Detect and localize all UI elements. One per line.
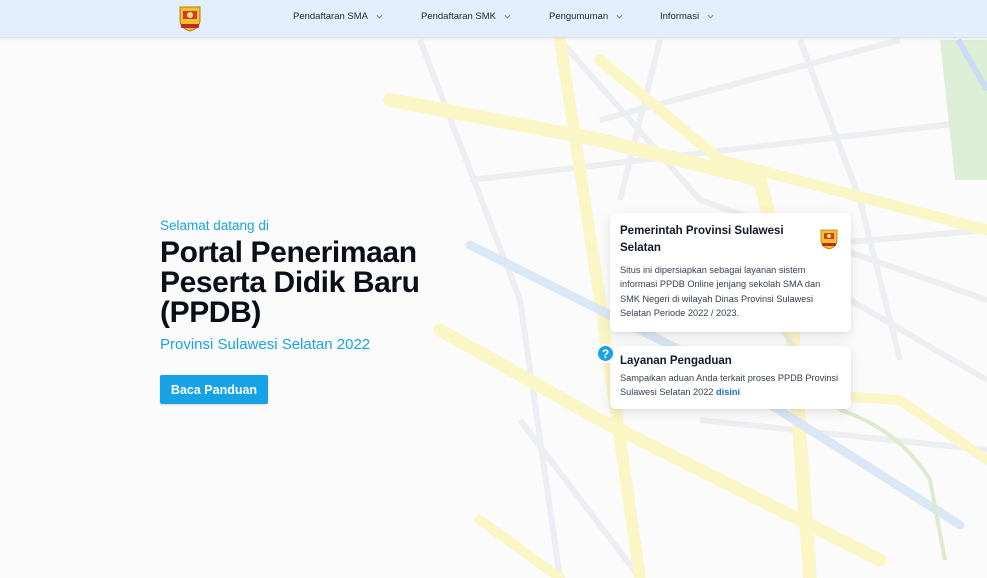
page-title: Portal Penerimaan Peserta Didik Baru (PP… xyxy=(160,236,420,329)
card-title: Layanan Pengaduan xyxy=(620,355,732,367)
chevron-down-icon xyxy=(707,14,714,19)
help-icon: ? xyxy=(596,344,615,363)
government-info-card: Pemerintah Provinsi Sulawesi Selatan Sit… xyxy=(610,213,851,332)
seal-icon xyxy=(820,229,838,250)
chevron-down-icon xyxy=(616,14,623,19)
hero-section: Selamat datang di Portal Penerimaan Pese… xyxy=(160,218,450,353)
nav-label: Pendaftaran SMK xyxy=(421,11,496,22)
nav-label: Pendaftaran SMA xyxy=(293,11,368,22)
nav-pendaftaran-sma[interactable]: Pendaftaran SMA xyxy=(293,0,384,33)
page: Pendaftaran SMA Pendaftaran SMK Pengumum… xyxy=(0,0,987,578)
hero-subtitle: Provinsi Sulawesi Selatan 2022 xyxy=(160,336,371,353)
welcome-text: Selamat datang di xyxy=(160,218,269,233)
card-body: Sampaikan aduan Anda terkait proses PPDB… xyxy=(620,371,841,400)
nav-label: Informasi xyxy=(660,11,700,22)
nav-pengumuman[interactable]: Pengumuman xyxy=(549,0,624,33)
chevron-down-icon xyxy=(376,14,383,19)
card-title: Pemerintah Provinsi Sulawesi Selatan xyxy=(620,225,784,254)
nav-informasi[interactable]: Informasi xyxy=(660,0,715,33)
top-navbar: Pendaftaran SMA Pendaftaran SMK Pengumum… xyxy=(0,0,987,38)
chevron-down-icon xyxy=(504,14,511,19)
nav-pendaftaran-smk[interactable]: Pendaftaran SMK xyxy=(421,0,512,33)
read-guide-button[interactable]: Baca Panduan xyxy=(160,375,268,404)
complaint-service-card: Layanan Pengaduan Sampaikan aduan Anda t… xyxy=(610,346,851,409)
complaint-link[interactable]: disini xyxy=(716,387,740,397)
nav-label: Pengumuman xyxy=(549,11,609,22)
card-body: Situs ini dipersiapkan sebagai layanan s… xyxy=(620,265,821,318)
logo-emblem[interactable] xyxy=(177,4,203,32)
